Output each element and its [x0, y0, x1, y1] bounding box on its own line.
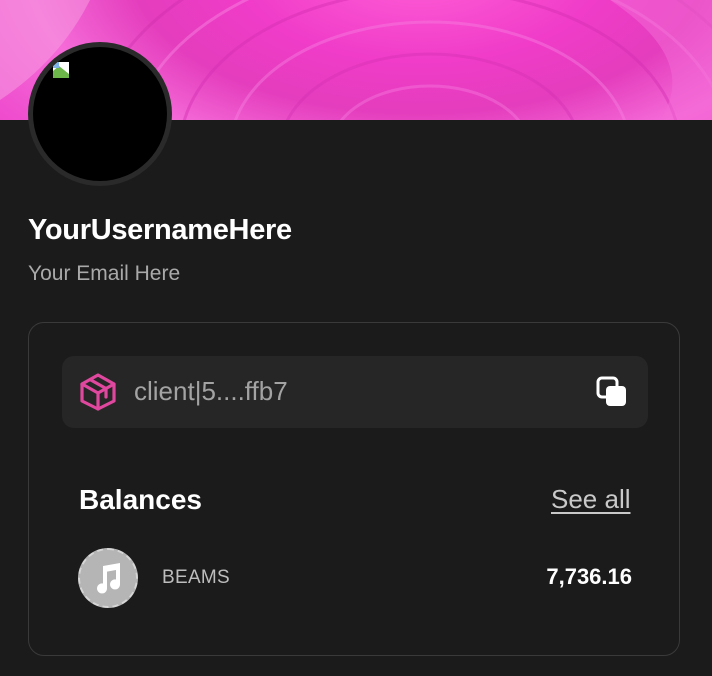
balances-title: Balances: [79, 484, 202, 515]
wallet-address: client|5....ffb7: [134, 376, 288, 406]
token-name: BEAMS: [162, 567, 231, 588]
broken-image-icon: [53, 62, 69, 78]
token-balance: 7,736.16: [546, 564, 632, 589]
profile-email: Your Email Here: [28, 262, 181, 285]
cube-icon: [80, 373, 116, 411]
profile-username: YourUsernameHere: [28, 214, 292, 246]
music-note-icon: [78, 548, 138, 608]
wallet-address-bar: client|5....ffb7: [62, 356, 648, 428]
see-all-link[interactable]: See all: [551, 484, 631, 515]
avatar[interactable]: [33, 47, 167, 181]
copy-icon[interactable]: [595, 375, 629, 409]
